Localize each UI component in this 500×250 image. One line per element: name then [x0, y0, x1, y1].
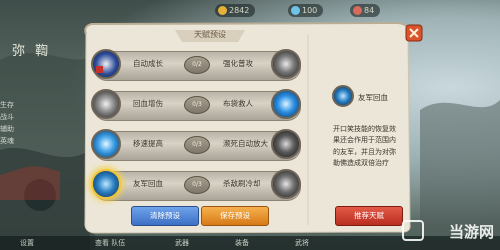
talent-right-name[interactable]: 强化普攻	[223, 58, 253, 69]
talent-preset-panel: 天赋预设 自动成长 0/2 强化普攻 回血增伤 0/3 布袋救人 移速提高 0/…	[80, 20, 423, 235]
talent-left-name[interactable]: 回血增伤	[133, 98, 163, 109]
fist-orb-icon[interactable]	[91, 89, 121, 119]
currency-gold: 2842	[215, 4, 256, 17]
talent-row: 友军回血 0/3 杀敌刷冷却	[91, 169, 301, 201]
talent-left-name[interactable]: 自动成长	[133, 58, 163, 69]
talent-right-name[interactable]: 杀敌刷冷却	[223, 178, 261, 189]
talent-level-badge: 0/3	[184, 176, 210, 194]
glowing-orb-icon	[332, 85, 354, 107]
detail-talent-description: 开口笑技能的恢复效果还会作用于范围内的友军，并且为对弥勒佛造成双倍治疗	[333, 125, 396, 167]
talent-left-name[interactable]: 友军回血	[133, 178, 163, 189]
currency-gem: 100	[288, 4, 324, 17]
bottom-nav: 设置 查看 队伍 武器 装备 武将	[0, 236, 500, 250]
blue-orb-icon[interactable]	[271, 89, 301, 119]
talent-level-badge: 0/2	[184, 56, 210, 74]
side-tab-support[interactable]: 辅助	[0, 124, 52, 136]
side-tab-hero[interactable]: 英魂	[0, 136, 52, 148]
talent-left-name[interactable]: 移速提高	[133, 138, 163, 149]
left-side-tabs: 生存 战斗 辅助 英魂	[0, 100, 52, 148]
gem-icon	[291, 6, 300, 15]
close-icon[interactable]	[405, 24, 423, 42]
glowing-orb-icon[interactable]	[91, 169, 121, 199]
bottom-nav-settings[interactable]: 设置	[20, 238, 34, 248]
character-name: 弥 鞫	[12, 44, 52, 59]
spiked-orb-icon[interactable]	[271, 129, 301, 159]
save-preset-button[interactable]: 保存预设	[201, 206, 269, 226]
watermark-logo-icon	[402, 220, 424, 241]
bottom-nav-equipment[interactable]: 装备	[235, 238, 249, 248]
red-emblem-icon[interactable]	[91, 49, 121, 79]
fist-orb-icon[interactable]	[271, 49, 301, 79]
talent-level-badge: 0/3	[184, 136, 210, 154]
talent-level-badge: 0/3	[184, 96, 210, 114]
bottom-nav-general[interactable]: 武将	[295, 238, 309, 248]
side-tab-survival[interactable]: 生存	[0, 100, 52, 112]
gold-coin-icon	[218, 6, 227, 15]
swirl-orb-icon[interactable]	[271, 169, 301, 199]
clear-preset-button[interactable]: 清除预设	[131, 206, 199, 226]
talent-right-name[interactable]: 濒死自动放大	[223, 138, 268, 149]
top-bar: 2842 100 84	[0, 0, 500, 22]
bottom-nav-weapon[interactable]: 武器	[175, 238, 189, 248]
talent-row: 移速提高 0/3 濒死自动放大	[91, 129, 301, 161]
watermark: 当游网	[448, 223, 494, 241]
bottom-nav-team[interactable]: 查看 队伍	[95, 238, 125, 248]
talent-row: 回血增伤 0/3 布袋救人	[91, 89, 301, 121]
currency-ticket: 84	[350, 4, 381, 17]
talent-row: 自动成长 0/2 强化普攻	[91, 49, 301, 81]
detail-talent-name: 友军回血	[358, 93, 388, 102]
side-tab-combat[interactable]: 战斗	[0, 112, 52, 124]
talent-right-name[interactable]: 布袋救人	[223, 98, 253, 109]
panel-title: 天赋预设	[194, 30, 226, 39]
blue-orb-icon[interactable]	[91, 129, 121, 159]
recommend-talent-button[interactable]: 推荐天赋	[335, 206, 403, 226]
ticket-icon	[353, 6, 362, 15]
